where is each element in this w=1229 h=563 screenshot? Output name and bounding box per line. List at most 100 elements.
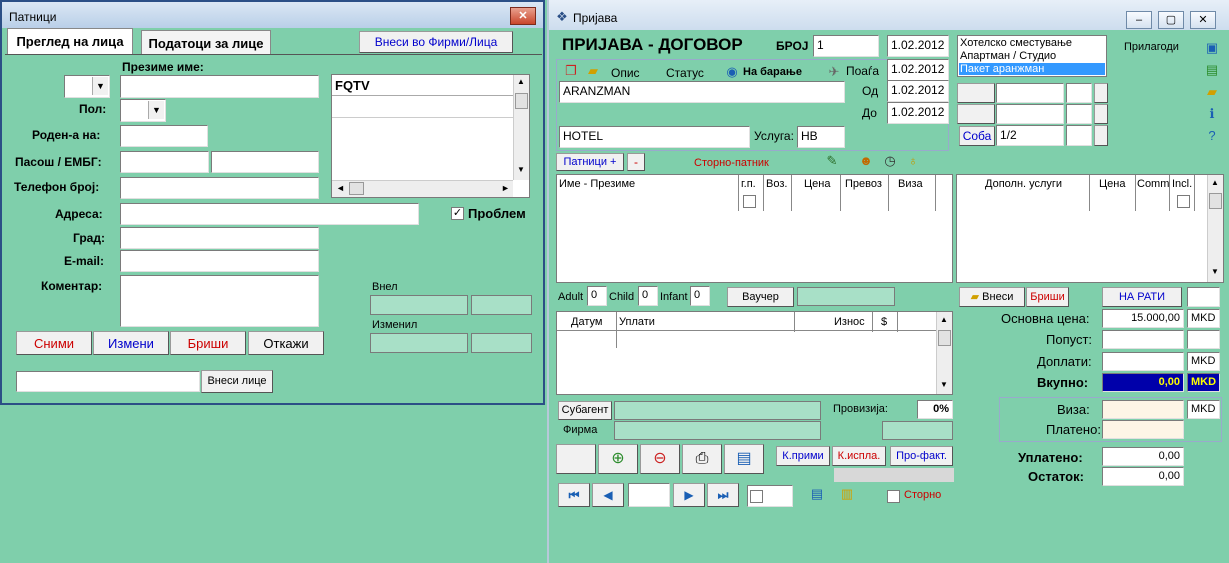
col-comm[interactable]: Comm <box>1137 178 1169 190</box>
komentar-textarea[interactable] <box>120 275 319 327</box>
na-rati-button[interactable]: НА РАТИ <box>1102 287 1182 307</box>
users-icon[interactable]: ☻ <box>858 153 874 169</box>
col-viza[interactable]: Виза <box>898 178 923 190</box>
roden-input[interactable] <box>120 125 208 147</box>
usluga-input[interactable]: HB <box>797 126 845 148</box>
info-icon[interactable]: ℹ <box>1204 106 1220 122</box>
na-rati-field[interactable] <box>1187 287 1220 307</box>
email-input[interactable] <box>120 250 319 272</box>
adresa-input[interactable] <box>120 203 419 225</box>
prezime-ime-input[interactable] <box>120 75 319 98</box>
profakt-button[interactable]: Про-факт. <box>890 446 953 466</box>
do-input[interactable]: 1.02.2012 <box>887 102 949 124</box>
prilagodi-label[interactable]: Прилагоди <box>1124 41 1179 53</box>
nav-next-button[interactable]: ▶ <box>673 483 705 507</box>
room-spin-1[interactable] <box>1094 83 1108 103</box>
print-button[interactable]: ⎙ <box>682 444 722 474</box>
od-input[interactable]: 1.02.2012 <box>887 80 949 102</box>
col-incl[interactable]: Incl. <box>1172 178 1192 190</box>
chevron-down-icon[interactable]: ▼ <box>148 101 164 119</box>
col-prevoz[interactable]: Превоз <box>845 178 882 190</box>
maximize-icon[interactable]: ▢ <box>1158 11 1184 29</box>
help-icon[interactable]: ? <box>1204 128 1220 144</box>
soba-input[interactable]: 1/2 <box>996 125 1064 146</box>
scroll-down-icon[interactable]: ▼ <box>1211 267 1219 276</box>
minimize-icon[interactable]: – <box>1126 11 1152 29</box>
subagent-button[interactable]: Субагент <box>558 401 612 420</box>
scroll-up-icon[interactable]: ▲ <box>940 315 948 324</box>
remove-doc-button[interactable]: ⊖ <box>640 444 680 474</box>
soba-field-b[interactable] <box>1066 125 1092 146</box>
scroll-down-icon[interactable]: ▼ <box>940 380 948 389</box>
snimi-button[interactable]: Сними <box>16 331 92 355</box>
plateno-input[interactable] <box>1102 420 1184 439</box>
scroll-down-icon[interactable]: ▼ <box>517 165 525 174</box>
kprimi-button[interactable]: К.прими <box>776 446 830 466</box>
osnovna-currency[interactable]: MKD <box>1187 309 1220 328</box>
doplati-currency[interactable]: MKD <box>1187 352 1220 371</box>
scroll-thumb[interactable] <box>515 93 528 109</box>
room-button-1[interactable] <box>957 83 995 103</box>
services-list[interactable]: Хотелско сместување Апартман / Студио Па… <box>957 35 1107 77</box>
tab-podatoci-za-lice[interactable]: Податоци за лице <box>141 30 271 54</box>
patnici-grid[interactable]: Име - Презиме г.п. Воз. Цена Превоз Виза <box>556 174 953 283</box>
document-icon[interactable]: ▤ <box>809 486 825 502</box>
col-cena[interactable]: Цена <box>804 178 830 190</box>
storno-checkbox[interactable] <box>887 490 900 503</box>
vnesi-firmi-button[interactable]: Внеси во Фирми/Лица <box>359 31 513 53</box>
kispla-button[interactable]: К.испла. <box>832 446 886 466</box>
nav-prev-button[interactable]: ◀ <box>592 483 624 507</box>
fqtv-hscrollbar[interactable]: ◄ ► <box>332 180 513 197</box>
aranzman-input[interactable]: ARANZMAN <box>559 81 845 103</box>
scroll-left-icon[interactable]: ◄ <box>336 183 345 193</box>
chevron-down-icon[interactable]: ▼ <box>92 77 108 95</box>
room-field-2b[interactable] <box>1066 104 1092 124</box>
room-field-1[interactable] <box>996 83 1064 103</box>
poagja-input[interactable]: 1.02.2012 <box>887 59 949 81</box>
popust-currency[interactable] <box>1187 330 1220 349</box>
empty-tool-button[interactable] <box>556 444 596 474</box>
izmeni-button[interactable]: Измени <box>93 331 169 355</box>
vnesi-lice-input[interactable] <box>16 371 200 392</box>
storno-patnik-label[interactable]: Сторно-патник <box>694 157 769 169</box>
hscroll-thumb[interactable] <box>349 182 364 195</box>
fqtv-vscrollbar[interactable]: ▲ ▼ <box>513 75 529 180</box>
date-input[interactable]: 1.02.2012 <box>887 35 949 57</box>
osnovna-input[interactable]: 15.000,00 <box>1102 309 1184 328</box>
brishi-usluga-button[interactable]: Бриши <box>1026 287 1069 307</box>
soba-spin[interactable] <box>1094 125 1108 146</box>
patnici-minus-button[interactable]: - <box>627 153 645 171</box>
add-doc-button[interactable]: ⊕ <box>598 444 638 474</box>
telefon-input[interactable] <box>120 177 319 199</box>
uplati-vscrollbar[interactable]: ▲ ▼ <box>936 312 952 394</box>
broj-input[interactable]: 1 <box>813 35 879 57</box>
service-item-hotel[interactable]: Хотелско сместување <box>960 37 1072 49</box>
problem-checkbox[interactable]: ✓ <box>451 207 464 220</box>
close-icon[interactable]: ✕ <box>510 7 536 25</box>
close-window-icon[interactable]: ✕ <box>1190 11 1216 29</box>
child-input[interactable]: 0 <box>638 286 658 306</box>
window-icon[interactable]: ▣ <box>1204 40 1220 56</box>
col-cena[interactable]: Цена <box>1099 178 1125 190</box>
grad-input[interactable] <box>120 227 319 249</box>
money-bag-icon[interactable]: ♁ <box>905 153 921 169</box>
service-item-paket[interactable]: Пакет аранжман <box>959 63 1105 75</box>
fqtv-list[interactable]: FQTV ▲ ▼ ◄ ► <box>331 74 530 198</box>
uslugi-vscrollbar[interactable]: ▲ ▼ <box>1207 175 1223 282</box>
room-field-2[interactable] <box>996 104 1064 124</box>
viza-currency[interactable]: MKD <box>1187 400 1220 419</box>
embg-input[interactable] <box>211 151 319 173</box>
vnesi-button[interactable]: ▰ Внеси <box>959 287 1025 307</box>
otkazhi-button[interactable]: Откажи <box>248 331 324 355</box>
patnici-plus-button[interactable]: Патници + <box>556 153 624 171</box>
edit-icon[interactable]: ✎ <box>824 153 840 169</box>
col-voz[interactable]: Воз. <box>766 178 787 190</box>
globe-icon[interactable]: ◉ <box>724 64 740 80</box>
col-datum[interactable]: Датум <box>571 316 602 328</box>
incl-checkbox[interactable] <box>1177 195 1190 208</box>
room-field-1b[interactable] <box>1066 83 1092 103</box>
gp-checkbox[interactable] <box>743 195 756 208</box>
hotel-input[interactable]: HOTEL <box>559 126 750 148</box>
scroll-thumb[interactable] <box>938 330 951 346</box>
nav-checkbox[interactable] <box>750 490 763 503</box>
